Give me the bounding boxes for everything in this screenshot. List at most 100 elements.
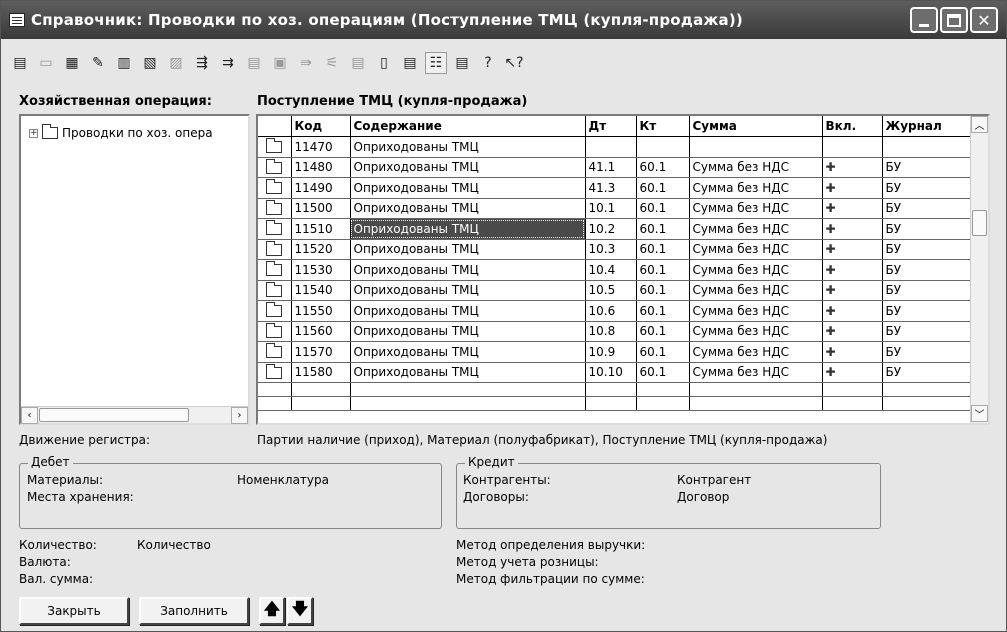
filter-icon[interactable]: ⇉	[217, 52, 239, 74]
table-row[interactable]: 11560 Оприходованы ТМЦ 10.8 60.1 Сумма без Н…	[258, 321, 973, 342]
context-help-icon[interactable]: ↖?	[503, 52, 525, 74]
row-folder-cell[interactable]	[258, 198, 292, 219]
cell-code[interactable]: 11510	[291, 218, 351, 240]
find-icon[interactable]: ▥	[113, 52, 135, 74]
table-row[interactable]: 11570 Оприходованы ТМЦ 10.9 60.1 Сумма без Н…	[258, 341, 973, 363]
row-folder-cell[interactable]	[258, 157, 292, 178]
cell-incl[interactable]: ✚	[822, 300, 883, 322]
select-icon[interactable]: ⚟	[321, 52, 343, 74]
cell-incl[interactable]: ✚	[822, 259, 883, 281]
table-row[interactable]: 11550 Оприходованы ТМЦ 10.6 60.1 Сумма без Н…	[258, 300, 973, 322]
cell-sum[interactable]: Сумма без НДС	[689, 362, 823, 383]
column-header-icon[interactable]	[258, 116, 292, 137]
cell-code[interactable]: 11470	[291, 136, 351, 158]
cell-content[interactable]: Оприходованы ТМЦ	[350, 198, 586, 219]
edit-icon[interactable]: ✎	[87, 52, 109, 74]
cell-journal[interactable]: БУ	[882, 259, 973, 281]
row-folder-cell[interactable]	[258, 218, 292, 240]
cell-kt[interactable]	[636, 136, 690, 158]
scroll-thumb[interactable]	[39, 408, 189, 422]
cell-sum[interactable]: Сумма без НДС	[689, 157, 823, 178]
cell-dt[interactable]: 10.9	[585, 341, 637, 363]
close-window-button[interactable]: ✕	[970, 7, 998, 33]
title-bar[interactable]: Справочник: Проводки по хоз. операциям (…	[1, 1, 1006, 39]
row-folder-cell[interactable]	[258, 280, 292, 301]
cell-kt[interactable]: 60.1	[636, 280, 690, 301]
cell-journal[interactable]: БУ	[882, 218, 973, 240]
cell-code[interactable]: 11480	[291, 157, 351, 178]
cell-incl[interactable]: ✚	[822, 177, 883, 199]
new-item-icon[interactable]: ▤	[9, 52, 31, 74]
cell-sum[interactable]: Сумма без НДС	[689, 280, 823, 301]
cell-content[interactable]: Оприходованы ТМЦ	[350, 136, 586, 158]
table-row[interactable]: 11500 Оприходованы ТМЦ 10.1 60.1 Сумма без Н…	[258, 198, 973, 219]
cell-dt[interactable]: 10.3	[585, 239, 637, 260]
sort-icon[interactable]: ⇛	[295, 52, 317, 74]
cell-sum[interactable]: Сумма без НДС	[689, 218, 823, 240]
list-icon[interactable]: ▧	[139, 52, 161, 74]
table-row[interactable]: 11580 Оприходованы ТМЦ 10.10 60.1 Сумма без …	[258, 362, 973, 383]
cell-kt[interactable]: 60.1	[636, 300, 690, 322]
row-folder-cell[interactable]	[258, 239, 292, 260]
scroll-down-button[interactable]: ﹀	[971, 405, 988, 422]
table-row[interactable]: 11470 Оприходованы ТМЦ	[258, 136, 973, 158]
cell-sum[interactable]: Сумма без НДС	[689, 341, 823, 363]
cell-incl[interactable]: ✚	[822, 157, 883, 178]
cell-kt[interactable]: 60.1	[636, 321, 690, 342]
cell-content[interactable]: Оприходованы ТМЦ	[350, 362, 586, 383]
cell-incl[interactable]: ✚	[822, 362, 883, 383]
cell-dt[interactable]: 10.5	[585, 280, 637, 301]
new-group-icon[interactable]: ▭	[35, 52, 57, 74]
cell-sum[interactable]	[689, 136, 823, 158]
cell-code[interactable]: 11490	[291, 177, 351, 199]
cell-dt[interactable]	[585, 136, 637, 158]
table-row[interactable]: 11480 Оприходованы ТМЦ 41.1 60.1 Сумма без Н…	[258, 157, 973, 178]
cell-sum[interactable]: Сумма без НДС	[689, 300, 823, 322]
cell-content[interactable]: Оприходованы ТМЦ	[350, 259, 586, 281]
cell-code[interactable]: 11570	[291, 341, 351, 363]
cell-journal[interactable]: БУ	[882, 198, 973, 219]
cell-content[interactable]: Оприходованы ТМЦ	[350, 341, 586, 363]
cell-journal[interactable]: БУ	[882, 321, 973, 342]
table-row[interactable]: 11540 Оприходованы ТМЦ 10.5 60.1 Сумма без Н…	[258, 280, 973, 301]
cell-content[interactable]: Оприходованы ТМЦ	[350, 321, 586, 342]
row-folder-cell[interactable]	[258, 300, 292, 322]
cell-code[interactable]: 11550	[291, 300, 351, 322]
cell-incl[interactable]: ✚	[822, 341, 883, 363]
table-row[interactable]: 11530 Оприходованы ТМЦ 10.4 60.1 Сумма без Н…	[258, 259, 973, 281]
cell-journal[interactable]: БУ	[882, 341, 973, 363]
column-header-journal[interactable]: Журнал	[882, 116, 973, 137]
fill-button[interactable]: Заполнить	[139, 597, 249, 625]
cell-journal[interactable]	[882, 136, 973, 158]
cell-code[interactable]: 11520	[291, 239, 351, 260]
cell-incl[interactable]: ✚	[822, 218, 883, 240]
table-row[interactable]: 11490 Оприходованы ТМЦ 41.3 60.1 Сумма без Н…	[258, 177, 973, 199]
tree-panel[interactable]: + Проводки по хоз. опера ‹ ›	[19, 114, 250, 425]
cell-journal[interactable]: БУ	[882, 280, 973, 301]
minimize-button[interactable]	[910, 7, 938, 33]
cell-incl[interactable]: ✚	[822, 198, 883, 219]
help-icon[interactable]: ?	[477, 52, 499, 74]
cell-code[interactable]: 11580	[291, 362, 351, 383]
cell-code[interactable]: 11530	[291, 259, 351, 281]
maximize-button[interactable]	[940, 7, 968, 33]
cell-kt[interactable]: 60.1	[636, 362, 690, 383]
cell-sum[interactable]: Сумма без НДС	[689, 239, 823, 260]
cell-content[interactable]: Оприходованы ТМЦ	[350, 239, 586, 260]
refresh-icon[interactable]: ▤	[243, 52, 265, 74]
scroll-left-button[interactable]: ‹	[21, 407, 38, 424]
cell-code[interactable]: 11540	[291, 280, 351, 301]
cell-dt[interactable]: 10.2	[585, 218, 637, 240]
cell-incl[interactable]: ✚	[822, 321, 883, 342]
cell-sum[interactable]: Сумма без НДС	[689, 198, 823, 219]
column-header-kt[interactable]: Кт	[636, 116, 690, 137]
tree-root-item[interactable]: + Проводки по хоз. опера	[29, 124, 213, 140]
cell-dt[interactable]: 10.6	[585, 300, 637, 322]
row-folder-cell[interactable]	[258, 321, 292, 342]
row-folder-cell[interactable]	[258, 362, 292, 383]
copy-icon[interactable]: ▦	[61, 52, 83, 74]
cell-sum[interactable]: Сумма без НДС	[689, 177, 823, 199]
cell-kt[interactable]: 60.1	[636, 218, 690, 240]
cell-incl[interactable]: ✚	[822, 280, 883, 301]
column-header-dt[interactable]: Дт	[585, 116, 637, 137]
